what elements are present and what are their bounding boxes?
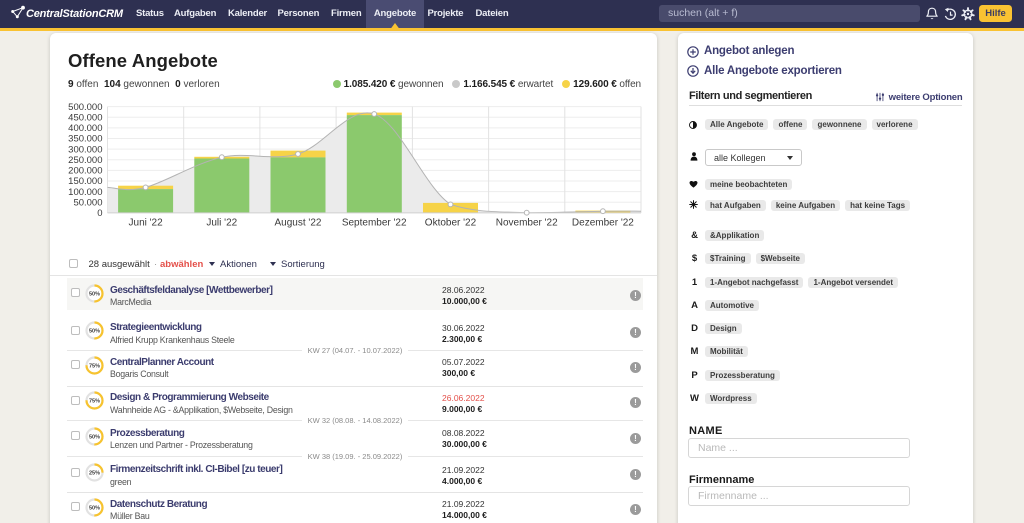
svg-text:Dezember '22: Dezember '22 xyxy=(572,218,634,229)
svg-text:200.000: 200.000 xyxy=(68,166,102,177)
svg-text:150.000: 150.000 xyxy=(68,176,102,187)
svg-text:75%: 75% xyxy=(89,363,100,369)
svg-text:400.000: 400.000 xyxy=(68,123,102,134)
svg-text:500.000: 500.000 xyxy=(68,102,102,113)
svg-text:250.000: 250.000 xyxy=(68,155,102,166)
svg-text:Oktober '22: Oktober '22 xyxy=(425,218,477,229)
svg-text:50%: 50% xyxy=(89,291,100,297)
svg-text:50%: 50% xyxy=(89,329,100,335)
svg-text:August '22: August '22 xyxy=(275,218,322,229)
svg-text:100.000: 100.000 xyxy=(68,187,102,198)
svg-text:Juli '22: Juli '22 xyxy=(206,218,237,229)
svg-text:Juni '22: Juni '22 xyxy=(129,218,164,229)
svg-text:300.000: 300.000 xyxy=(68,144,102,155)
svg-text:450.000: 450.000 xyxy=(68,112,102,123)
svg-text:50%: 50% xyxy=(89,434,100,440)
svg-text:75%: 75% xyxy=(89,399,100,405)
svg-text:November '22: November '22 xyxy=(496,218,558,229)
svg-text:0: 0 xyxy=(97,208,102,219)
svg-text:September '22: September '22 xyxy=(342,218,407,229)
svg-text:50%: 50% xyxy=(89,505,100,511)
svg-text:50.000: 50.000 xyxy=(73,198,102,209)
svg-text:350.000: 350.000 xyxy=(68,134,102,145)
svg-text:25%: 25% xyxy=(89,471,100,477)
